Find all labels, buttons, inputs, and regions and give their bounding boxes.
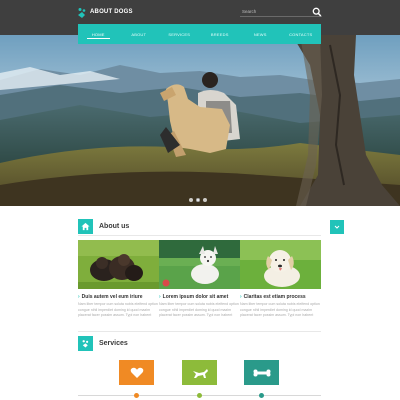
running-dog-icon: [192, 368, 208, 378]
scroll-down-button[interactable]: [330, 220, 344, 234]
nav-about[interactable]: ABOUT: [119, 24, 160, 44]
hero-slider: [0, 35, 400, 206]
nav-services[interactable]: SERVICES: [159, 24, 200, 44]
paw-icon: [78, 336, 93, 351]
about-card-image-1[interactable]: [78, 240, 159, 289]
about-card-title-text-1: Duis autem vel eum iriure: [81, 294, 143, 300]
nav-news[interactable]: NEWS: [240, 24, 281, 44]
search-input[interactable]: [242, 6, 308, 16]
search-box: [240, 5, 322, 17]
chevron-down-icon: [334, 225, 340, 229]
chevron-right-icon: ›: [78, 294, 80, 300]
about-title: About us: [99, 223, 130, 230]
nav-breeds[interactable]: BREEDS: [200, 24, 241, 44]
slider-dot-3[interactable]: [203, 198, 207, 202]
about-card-title-text-2: Lorem ipsum dolor sit amet: [162, 294, 229, 300]
about-card-title-1[interactable]: › Duis autem vel eum iriure: [78, 294, 159, 300]
about-card-image-2[interactable]: [159, 240, 240, 289]
main-nav: HOME ABOUT SERVICES BREEDS NEWS CONTACTS: [78, 24, 321, 44]
about-card-image-3[interactable]: [240, 240, 321, 289]
hero-image: [0, 35, 400, 206]
about-heading: About us: [78, 219, 129, 234]
logo[interactable]: ABOUT DOGS: [77, 6, 133, 18]
heart-icon: [130, 367, 143, 378]
slider-dot-1[interactable]: [189, 198, 193, 202]
about-card-text-3: Nam liber tempor cum soluta nobis eleife…: [240, 302, 320, 317]
services-title: Services: [99, 340, 128, 347]
about-divider: [78, 235, 321, 236]
service-tile-1[interactable]: [119, 360, 154, 385]
timeline-dot-2: [197, 393, 202, 398]
paw-logo-icon: [77, 6, 87, 18]
nav-contacts[interactable]: CONTACTS: [281, 24, 322, 44]
search-icon[interactable]: [312, 5, 322, 17]
services-top-divider: [78, 331, 321, 332]
home-icon: [78, 219, 93, 234]
about-card-title-3[interactable]: › Claritas est etiam process: [240, 294, 321, 300]
timeline-dot-3: [259, 393, 264, 398]
page: ABOUT DOGS HOME ABOUT SERVICES BREEDS NE…: [0, 0, 400, 400]
brand-name: ABOUT DOGS: [90, 9, 133, 15]
about-card-title-2[interactable]: › Lorem ipsum dolor sit amet: [159, 294, 240, 300]
slider-pagination: [189, 198, 207, 202]
services-heading: Services: [78, 336, 128, 351]
about-card-title-text-3: Claritas est etiam process: [243, 294, 306, 300]
chevron-right-icon: ›: [159, 294, 161, 300]
bone-icon: [253, 369, 270, 376]
slider-dot-2[interactable]: [196, 198, 200, 202]
about-card-text-1: Nam liber tempor cum soluta nobis eleife…: [78, 302, 158, 317]
service-tile-3[interactable]: [244, 360, 279, 385]
service-tile-2[interactable]: [182, 360, 217, 385]
chevron-right-icon: ›: [240, 294, 242, 300]
timeline-dot-1: [134, 393, 139, 398]
about-card-text-2: Nam liber tempor cum soluta nobis eleife…: [159, 302, 239, 317]
nav-home[interactable]: HOME: [78, 24, 119, 44]
